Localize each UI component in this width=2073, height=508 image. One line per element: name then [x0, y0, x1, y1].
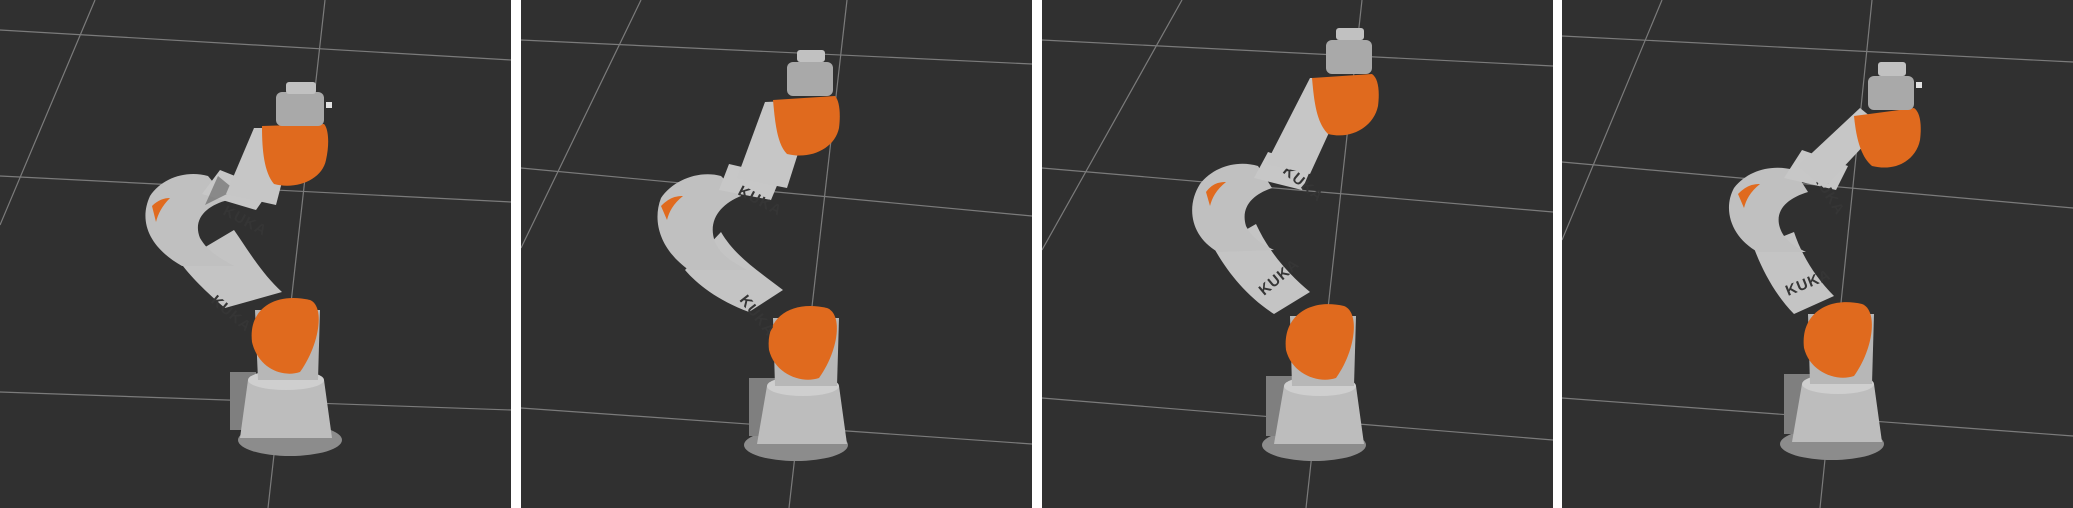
robot-arm: KUKA KUKA	[1728, 62, 1922, 460]
viewport-panel-1: KUKA KUKA	[0, 0, 511, 508]
viewport-panel-2: KUKA KUKA	[521, 0, 1032, 508]
robot-arm-icon: KUKA KUKA	[1562, 0, 2073, 508]
robot-arm: KUKA KUKA	[145, 82, 342, 456]
viewport-panel-4: KUKA KUKA	[1562, 0, 2073, 508]
pose-comparison-strip: KUKA KUKA KUKA KUKA KUKA KUKA KUKA KUKA	[0, 0, 2073, 508]
robot-arm: KUKA KUKA	[1192, 28, 1379, 461]
robot-arm-icon: KUKA KUKA	[521, 0, 1032, 508]
robot-arm-icon: KUKA KUKA	[1042, 0, 1553, 508]
robot-arm: KUKA KUKA	[657, 50, 848, 461]
viewport-panel-3: KUKA KUKA	[1042, 0, 1553, 508]
robot-arm-icon: KUKA KUKA	[0, 0, 511, 508]
